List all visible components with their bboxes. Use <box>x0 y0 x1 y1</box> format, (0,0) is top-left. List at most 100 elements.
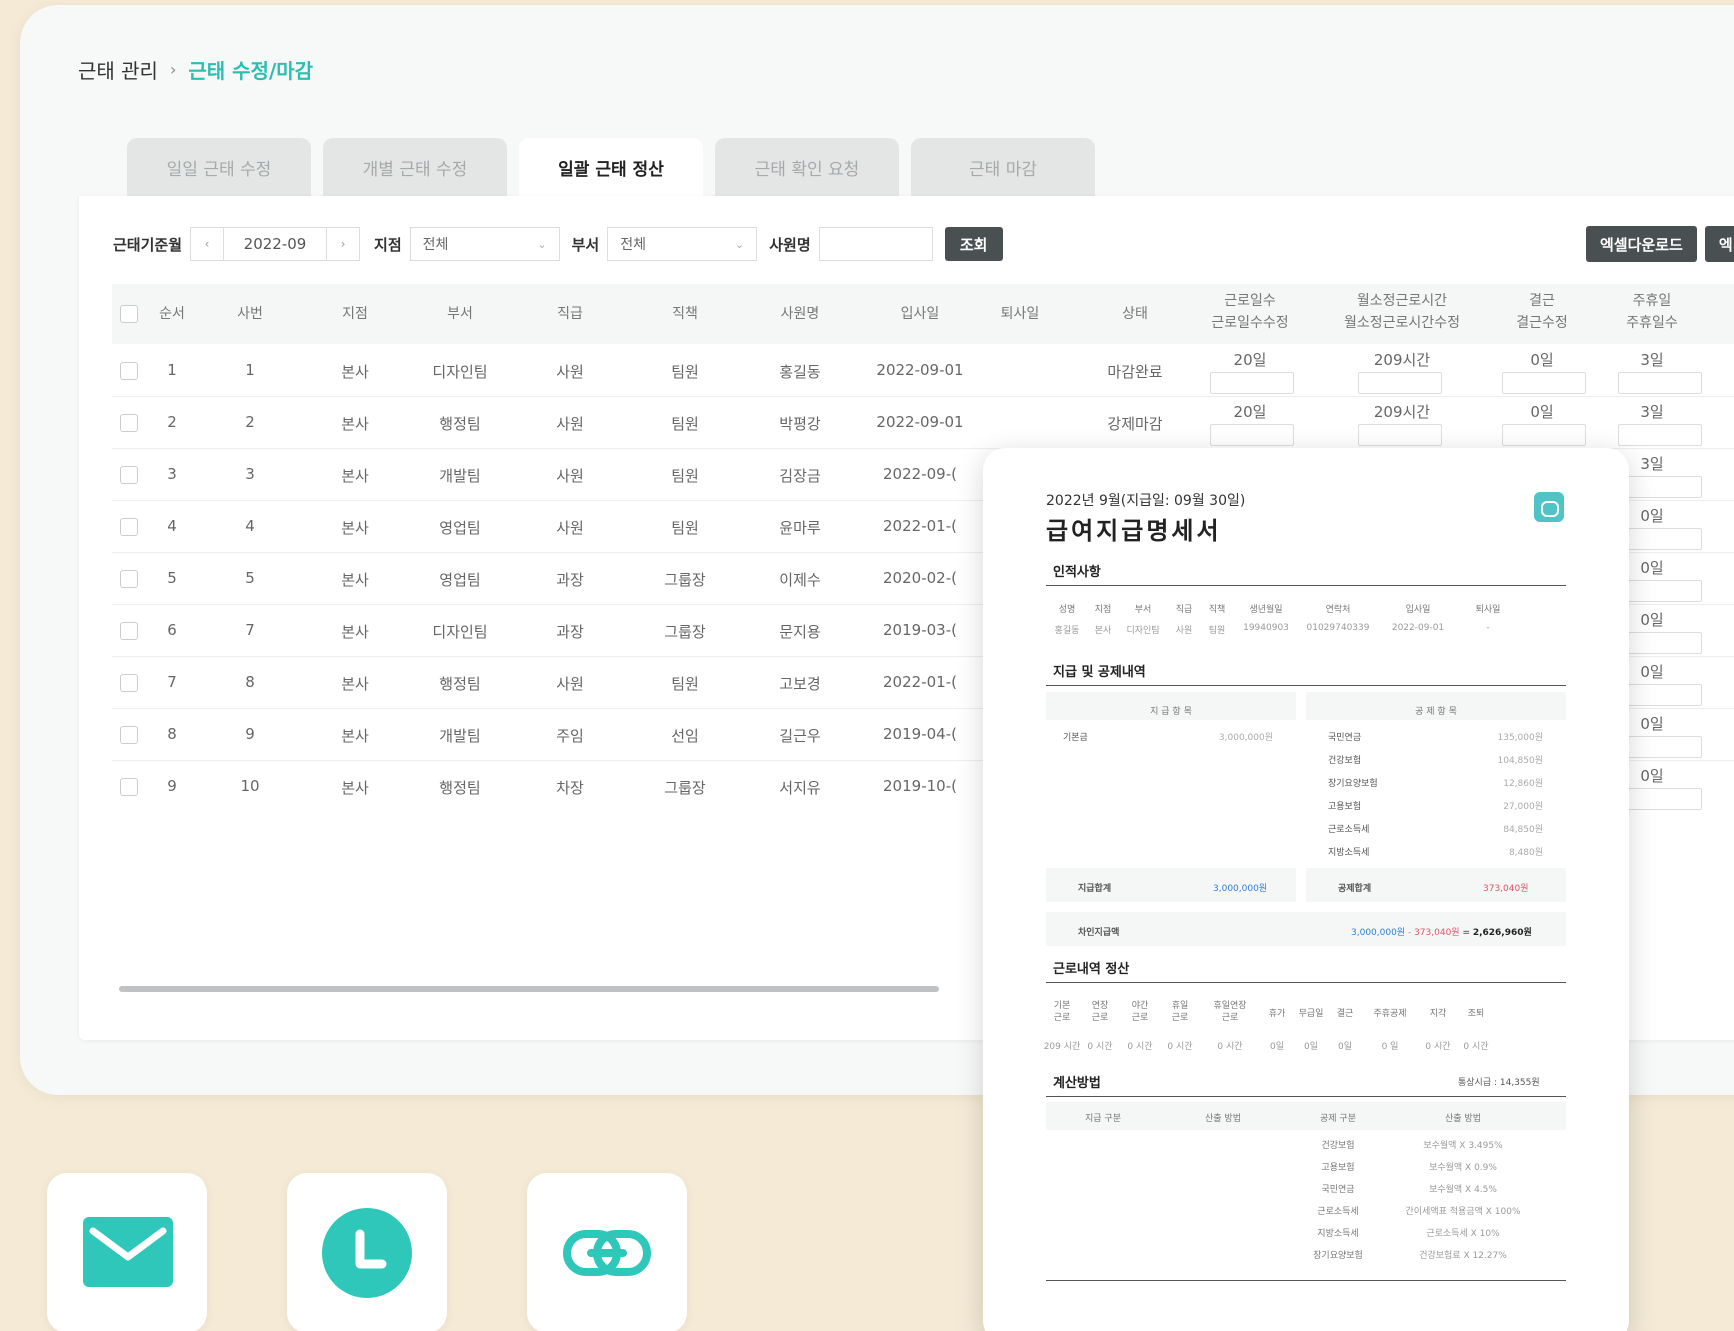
deduct-amount: 104,850원 <box>1497 756 1544 766</box>
cell-absent: 0일 <box>1530 403 1554 421</box>
row-checkbox[interactable] <box>120 570 138 588</box>
calc-deduct-label: 지방소득세 <box>1317 1229 1359 1239</box>
cell-dept: 행정팀 <box>439 675 481 693</box>
net-pay-gross: 3,000,000원 <box>1351 928 1406 938</box>
row-checkbox[interactable] <box>120 778 138 796</box>
cell-no: 7 <box>167 673 177 691</box>
absent-edit-input[interactable] <box>1502 372 1586 394</box>
holiday-edit-input[interactable] <box>1618 632 1702 654</box>
holiday-edit-input[interactable] <box>1618 476 1702 498</box>
header-workdays: 근로일수 <box>1224 293 1276 309</box>
cell-branch: 본사 <box>341 519 369 537</box>
row-checkbox[interactable] <box>120 622 138 640</box>
row-checkbox[interactable] <box>120 414 138 432</box>
workdays-edit-input[interactable] <box>1210 372 1294 394</box>
table-row[interactable]: 2 2 본사 행정팀 사원 팀원 박평강 2022-09-01 강제마감 20일… <box>112 397 1734 449</box>
absent-edit-input[interactable] <box>1502 424 1586 446</box>
cell-position: 팀원 <box>671 363 699 381</box>
table-row[interactable]: 1 1 본사 디자인팀 사원 팀원 홍길동 2022-09-01 마감완료 20… <box>112 345 1734 397</box>
tab-close[interactable]: 근태 마감 <box>911 138 1095 196</box>
horizontal-scrollbar[interactable] <box>119 986 939 992</box>
work-value: 0 시간 <box>1087 1042 1113 1052</box>
select-all-checkbox[interactable] <box>120 305 138 323</box>
print-icon[interactable] <box>1534 492 1564 522</box>
row-checkbox[interactable] <box>120 726 138 744</box>
holiday-edit-input[interactable] <box>1618 424 1702 446</box>
cell-join-date: 2019-03-( <box>883 621 957 639</box>
breadcrumb-root[interactable]: 근태 관리 <box>78 55 158 84</box>
calc-deduct-method: 건강보험료 X 12.27% <box>1419 1251 1507 1261</box>
cell-emp-no: 4 <box>245 517 255 535</box>
personal-header: 연락처 <box>1325 605 1351 615</box>
cell-branch: 본사 <box>341 467 369 485</box>
cell-emp-no: 5 <box>245 569 255 587</box>
row-checkbox[interactable] <box>120 518 138 536</box>
prev-month-button[interactable]: ‹ <box>190 227 225 261</box>
cell-dept: 디자인팀 <box>432 623 488 641</box>
row-checkbox[interactable] <box>120 466 138 484</box>
row-checkbox[interactable] <box>120 362 138 380</box>
deduct-label: 건강보험 <box>1328 756 1362 766</box>
personal-value: 본사 <box>1094 626 1112 636</box>
cell-emp-no: 10 <box>240 777 260 795</box>
personal-value: 2022-09-01 <box>1391 623 1445 633</box>
clock-shortcut[interactable] <box>287 1173 447 1331</box>
header-leave-date: 퇴사일 <box>1000 306 1040 322</box>
cell-dept: 행정팀 <box>439 415 481 433</box>
cell-no: 8 <box>167 725 177 743</box>
holiday-edit-input[interactable] <box>1618 736 1702 758</box>
hours-edit-input[interactable] <box>1358 372 1442 394</box>
dept-label: 부서 <box>571 235 600 254</box>
workdays-edit-input[interactable] <box>1210 424 1294 446</box>
cell-workdays: 20일 <box>1233 351 1267 369</box>
earn-total-label: 지급합계 <box>1078 884 1112 894</box>
cell-join-date: 2022-09-01 <box>876 413 964 431</box>
next-month-button[interactable]: › <box>326 227 361 261</box>
net-pay-result: 2,626,960원 <box>1472 928 1532 938</box>
cell-grade: 차장 <box>556 779 584 797</box>
holiday-edit-input[interactable] <box>1618 788 1702 810</box>
tab-individual-edit[interactable]: 개별 근태 수정 <box>323 138 507 196</box>
personal-header: 퇴사일 <box>1475 605 1501 615</box>
header-holiday-edit: 주휴일수 <box>1626 315 1678 331</box>
holiday-edit-input[interactable] <box>1618 580 1702 602</box>
cell-grade: 사원 <box>556 415 584 433</box>
tab-daily-edit[interactable]: 일일 근태 수정 <box>127 138 311 196</box>
excel-download-button[interactable]: 엑셀다운로드 <box>1586 226 1697 262</box>
cell-holiday: 3일 <box>1640 403 1664 421</box>
cell-no: 5 <box>167 569 177 587</box>
header-join-date: 입사일 <box>900 306 940 322</box>
holiday-edit-input[interactable] <box>1618 372 1702 394</box>
cell-grade: 사원 <box>556 675 584 693</box>
mail-shortcut[interactable] <box>47 1173 207 1331</box>
work-header: 주휴공제 <box>1373 1009 1407 1019</box>
work-header: 조퇴 <box>1467 1009 1485 1019</box>
personal-value: 사원 <box>1175 626 1193 636</box>
employee-name-input[interactable] <box>818 227 933 261</box>
deduct-label: 고용보험 <box>1328 802 1362 812</box>
holiday-edit-input[interactable] <box>1618 528 1702 550</box>
personal-header: 직급 <box>1175 605 1193 615</box>
cell-position: 팀원 <box>671 467 699 485</box>
header-name: 사원명 <box>780 306 820 322</box>
holiday-edit-input[interactable] <box>1618 684 1702 706</box>
link-shortcut[interactable] <box>527 1173 687 1331</box>
month-value[interactable]: 2022-09 <box>224 227 327 261</box>
excel-actions: 엑셀다운로드 엑 <box>1586 226 1734 262</box>
excel-upload-button[interactable]: 엑 <box>1704 226 1734 262</box>
cell-branch: 본사 <box>341 415 369 433</box>
branch-select[interactable]: 전체 ⌄ <box>409 227 560 261</box>
search-button[interactable]: 조회 <box>944 227 1003 261</box>
row-checkbox[interactable] <box>120 674 138 692</box>
calc-header: 공제 구분 <box>1320 1114 1356 1124</box>
dept-select[interactable]: 전체 ⌄ <box>607 227 758 261</box>
work-value: 0일 <box>1303 1042 1318 1052</box>
tab-bulk-settlement[interactable]: 일괄 근태 정산 <box>519 138 703 196</box>
header-hours-edit: 월소정근로시간수정 <box>1344 315 1460 331</box>
tab-confirm-request[interactable]: 근태 확인 요청 <box>715 138 899 196</box>
cell-dept: 디자인팀 <box>432 363 488 381</box>
deduct-amount: 84,850원 <box>1503 825 1543 835</box>
table-header: 순서 사번 지점 부서 직급 직책 사원명 입사일 퇴사일 상태 근로일수 근로… <box>112 284 1734 344</box>
hours-edit-input[interactable] <box>1358 424 1442 446</box>
cell-absent: 0일 <box>1530 351 1554 369</box>
